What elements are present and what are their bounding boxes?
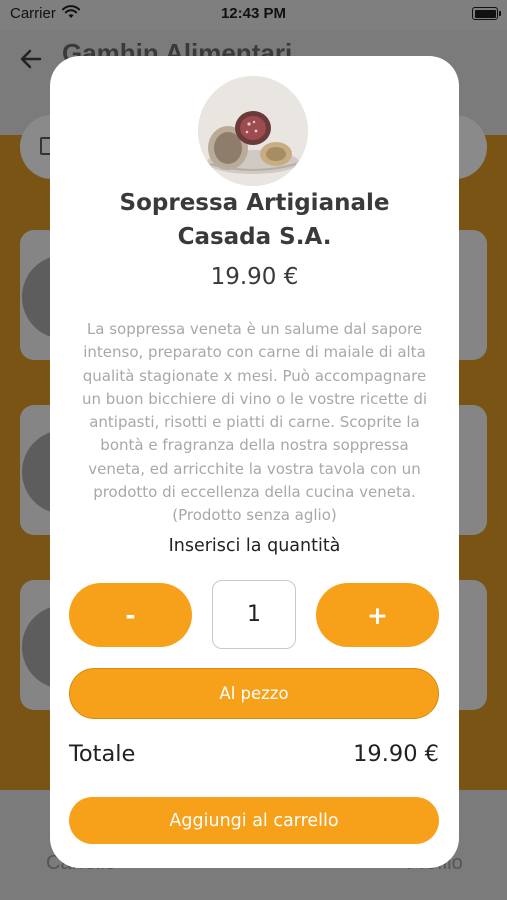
salami-photo-icon — [198, 76, 308, 186]
product-description: La soppressa veneta è un salume dal sapo… — [81, 320, 428, 525]
decrease-quantity-button[interactable]: - — [69, 583, 192, 647]
product-price: 19.90 € — [210, 264, 299, 290]
battery-icon — [472, 7, 501, 20]
total-value: 19.90 € — [353, 741, 439, 767]
quantity-input[interactable] — [212, 580, 296, 649]
product-name: Sopressa Artigianale Casada S.A. — [119, 190, 390, 250]
add-to-cart-button[interactable]: Aggiungi al carrello — [69, 797, 439, 844]
back-arrow-icon — [20, 49, 42, 69]
quantity-label: Inserisci la quantità — [168, 536, 341, 556]
increase-quantity-button[interactable]: + — [316, 583, 439, 647]
total-label: Totale — [69, 741, 136, 767]
product-image — [198, 76, 308, 186]
unit-selector-button[interactable]: Al pezzo — [69, 668, 439, 719]
product-modal: Sopressa Artigianale Casada S.A. 19.90 €… — [50, 56, 459, 868]
clock: 12:43 PM — [220, 5, 287, 22]
status-bar: Carrier 12:43 PM — [0, 0, 507, 30]
